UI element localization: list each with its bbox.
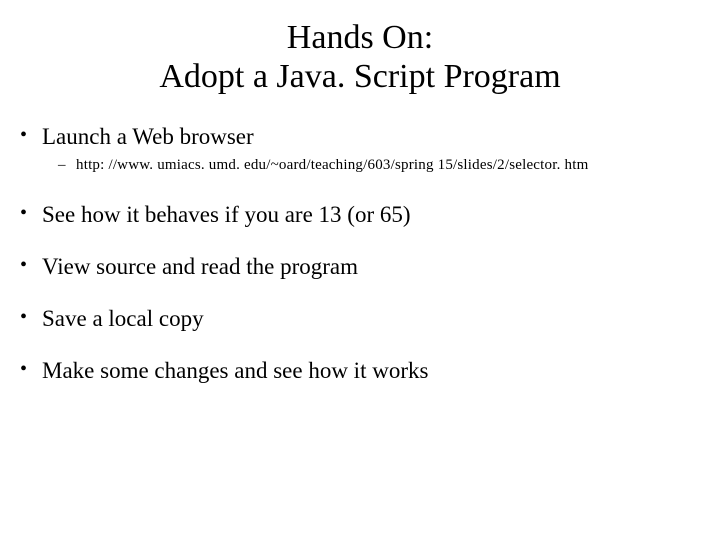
bullet-text: Save a local copy — [42, 306, 204, 331]
bullet-item: Launch a Web browser http: //www. umiacs… — [18, 124, 720, 176]
bullet-text: See how it behaves if you are 13 (or 65) — [42, 202, 411, 227]
title-line-1: Hands On: — [0, 18, 720, 57]
bullet-item: Make some changes and see how it works — [18, 358, 720, 384]
bullet-text: Make some changes and see how it works — [42, 358, 428, 383]
bullet-item: See how it behaves if you are 13 (or 65) — [18, 202, 720, 228]
bullet-item: Save a local copy — [18, 306, 720, 332]
sub-bullet-item: http: //www. umiacs. umd. edu/~oard/teac… — [58, 156, 720, 176]
bullet-text: Launch a Web browser — [42, 124, 254, 149]
bullet-text: View source and read the program — [42, 254, 358, 279]
bullet-list: Launch a Web browser http: //www. umiacs… — [0, 124, 720, 384]
bullet-item: View source and read the program — [18, 254, 720, 280]
sub-bullet-text: http: //www. umiacs. umd. edu/~oard/teac… — [76, 157, 588, 173]
title-line-2: Adopt a Java. Script Program — [0, 57, 720, 96]
sub-bullet-list: http: //www. umiacs. umd. edu/~oard/teac… — [42, 156, 720, 176]
slide-title: Hands On: Adopt a Java. Script Program — [0, 18, 720, 96]
